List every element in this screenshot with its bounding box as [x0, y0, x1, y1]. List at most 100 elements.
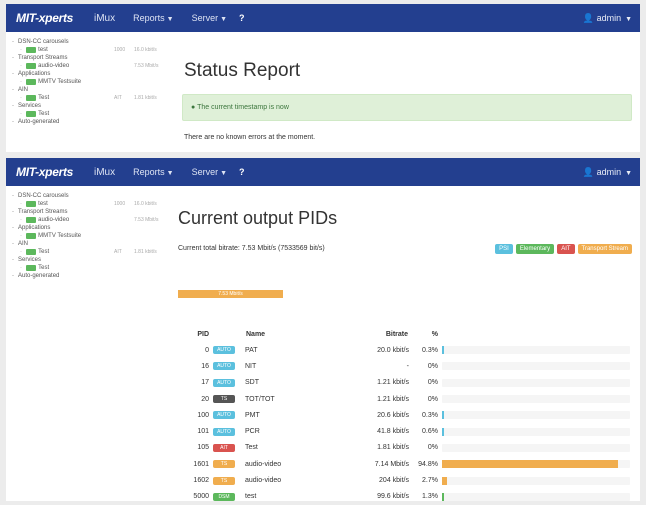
table-row[interactable]: 20 TS TOT/TOT 1.21 kbit/s 0% — [178, 391, 630, 407]
reports-menu[interactable]: Reports ▼ — [133, 13, 173, 23]
name-cell: TOT/TOT — [245, 395, 275, 403]
tree-item[interactable]: · Test AIT 1.81 kbit/s — [6, 248, 174, 256]
bitrate-cell: - — [406, 362, 409, 370]
tree-item[interactable]: · MMTV Testsuite — [6, 78, 174, 86]
tree-item-label: Applications — [18, 71, 51, 77]
bitrate-cell: 1.21 kbit/s — [377, 395, 409, 403]
filter-button[interactable]: PSI — [495, 244, 513, 254]
caret-down-icon: ▼ — [623, 16, 632, 23]
tree-item[interactable]: · test 1000 16.0 kbit/s — [6, 46, 174, 54]
help-icon[interactable]: ? — [239, 167, 245, 177]
filter-button[interactable]: Elementary — [515, 244, 555, 254]
share-bar — [442, 362, 630, 371]
table-row[interactable]: 105 AIT Test 1.81 kbit/s 0% — [178, 440, 630, 456]
bitrate-cell: 20.0 kbit/s — [377, 346, 409, 354]
tree-item-label: Services — [18, 103, 42, 109]
tree-item[interactable]: - Services — [6, 256, 174, 264]
filter-button[interactable]: Transport Stream — [577, 244, 632, 254]
header-pid[interactable]: PID — [178, 326, 213, 342]
navbar: MIT-xperts iMux Reports ▼ Server ▼ ? 👤 adm… — [6, 158, 640, 186]
reports-label: Reports — [133, 13, 165, 23]
table-row[interactable]: 16 AUTO NIT - 0% — [178, 358, 630, 374]
table-row[interactable]: 0 AUTO PAT 20.0 kbit/s 0.3% — [178, 342, 630, 358]
share-bar-fill — [442, 492, 444, 501]
server-menu[interactable]: Server ▼ — [192, 13, 227, 23]
pid-type-badge: AUTO — [213, 427, 235, 436]
help-icon[interactable]: ? — [239, 13, 245, 23]
tree-item[interactable]: - AIN — [6, 86, 174, 94]
user-menu[interactable]: 👤 admin ▼ — [583, 13, 632, 24]
no-errors-text: There are no known errors at the moment. — [184, 134, 316, 141]
pid-type-badge: DSM — [213, 492, 235, 501]
tree-item[interactable]: · Test — [6, 264, 174, 272]
tree-item[interactable]: - DSN-CC carousels — [6, 38, 174, 46]
tree-item[interactable]: · test 1000 16.0 kbit/s — [6, 200, 174, 208]
percent-cell: 0% — [427, 379, 438, 387]
pid-type-badge: AUTO — [213, 362, 235, 371]
type-cell: AUTO — [213, 342, 245, 358]
share-bar — [442, 411, 630, 420]
name-cell: PCR — [245, 428, 260, 436]
table-row[interactable]: 101 AUTO PCR 41.8 kbit/s 0.6% — [178, 423, 630, 439]
tree-item[interactable]: · MMTV Testsuite — [6, 232, 174, 240]
tree-item-bitrate: 16.0 kbit/s — [134, 201, 157, 207]
name-cell: NIT — [245, 362, 257, 370]
share-bar-cell — [442, 342, 630, 358]
tree-item[interactable]: · Test AIT 1.81 kbit/s — [6, 94, 174, 102]
filter-button[interactable]: AIT — [557, 244, 575, 254]
tree-item[interactable]: · audio-video 7.53 Mbit/s — [6, 216, 174, 224]
sidebar-tree: - DSN-CC carousels · test 1000 16.0 kbit/s - T… — [6, 38, 174, 126]
tree-item[interactable]: - DSN-CC carousels — [6, 192, 174, 200]
tree-status-badge — [26, 249, 37, 255]
tree-item[interactable]: - Auto-generated — [6, 118, 174, 126]
table-row[interactable]: 1602 TS audio-video 204 kbit/s 2.7% — [178, 472, 630, 488]
header-name[interactable]: Name — [245, 326, 349, 342]
tree-item[interactable]: - Transport Streams — [6, 54, 174, 62]
pid-type-badge: AUTO — [213, 411, 235, 420]
tree-item[interactable]: - Auto-generated — [6, 272, 174, 280]
brand-logo[interactable]: MIT-xperts — [16, 165, 86, 179]
user-menu[interactable]: 👤 admin ▼ — [583, 167, 632, 178]
tree-item[interactable]: - AIN — [6, 240, 174, 248]
table-row[interactable]: 17 AUTO SDT 1.21 kbit/s 0% — [178, 375, 630, 391]
pid-type-badge: TS — [213, 476, 235, 485]
header-percent[interactable]: % — [409, 326, 442, 342]
tree-item[interactable]: · audio-video 7.53 Mbit/s — [6, 62, 174, 70]
percent-cell: 0% — [427, 362, 438, 370]
table-row[interactable]: 100 AUTO PMT 20.6 kbit/s 0.3% — [178, 407, 630, 423]
reports-menu[interactable]: Reports ▼ — [133, 167, 173, 177]
pid-table: PID Name Bitrate % 0 AUTO PAT 20.0 kbit/s 0.… — [178, 326, 630, 501]
user-name: admin — [596, 13, 622, 23]
tree-item-meta: 1000 — [114, 201, 126, 207]
header-bitrate[interactable]: Bitrate — [349, 326, 409, 342]
type-cell: TS — [213, 472, 245, 488]
tree-item[interactable]: · Test — [6, 110, 174, 118]
table-row[interactable]: 1601 TS audio-video 7.14 Mbit/s 94.8% — [178, 456, 630, 472]
tree-item[interactable]: - Applications — [6, 70, 174, 78]
server-menu[interactable]: Server ▼ — [192, 167, 227, 177]
tree-item[interactable]: - Applications — [6, 224, 174, 232]
type-cell: AUTO — [213, 358, 245, 374]
share-bar-cell — [442, 472, 630, 488]
tree-item-label: Auto-generated — [18, 273, 60, 279]
share-bar-cell — [442, 358, 630, 374]
pid-cell: 0 — [205, 346, 209, 354]
brand-logo[interactable]: MIT-xperts — [16, 11, 86, 25]
app-name[interactable]: iMux — [94, 13, 115, 24]
tree-item[interactable]: - Services — [6, 102, 174, 110]
share-bar-fill — [442, 460, 618, 469]
share-bar — [442, 443, 630, 452]
tree-item-label: Test — [38, 249, 50, 255]
share-bar-cell — [442, 423, 630, 439]
reports-label: Reports — [133, 167, 165, 177]
type-cell: AUTO — [213, 375, 245, 391]
tree-item[interactable]: - Transport Streams — [6, 208, 174, 216]
tree-item-label: Test — [38, 111, 50, 117]
total-bitrate-text: Current total bitrate: 7.53 Mbit/s (7533… — [178, 245, 325, 252]
table-row[interactable]: 5000 DSM test 99.6 kbit/s 1.3% — [178, 489, 630, 501]
pid-cell: 17 — [201, 379, 209, 387]
type-cell: AIT — [213, 440, 245, 456]
tree-item-bitrate: 7.53 Mbit/s — [134, 217, 159, 223]
user-name: admin — [596, 167, 622, 177]
app-name[interactable]: iMux — [94, 167, 115, 178]
